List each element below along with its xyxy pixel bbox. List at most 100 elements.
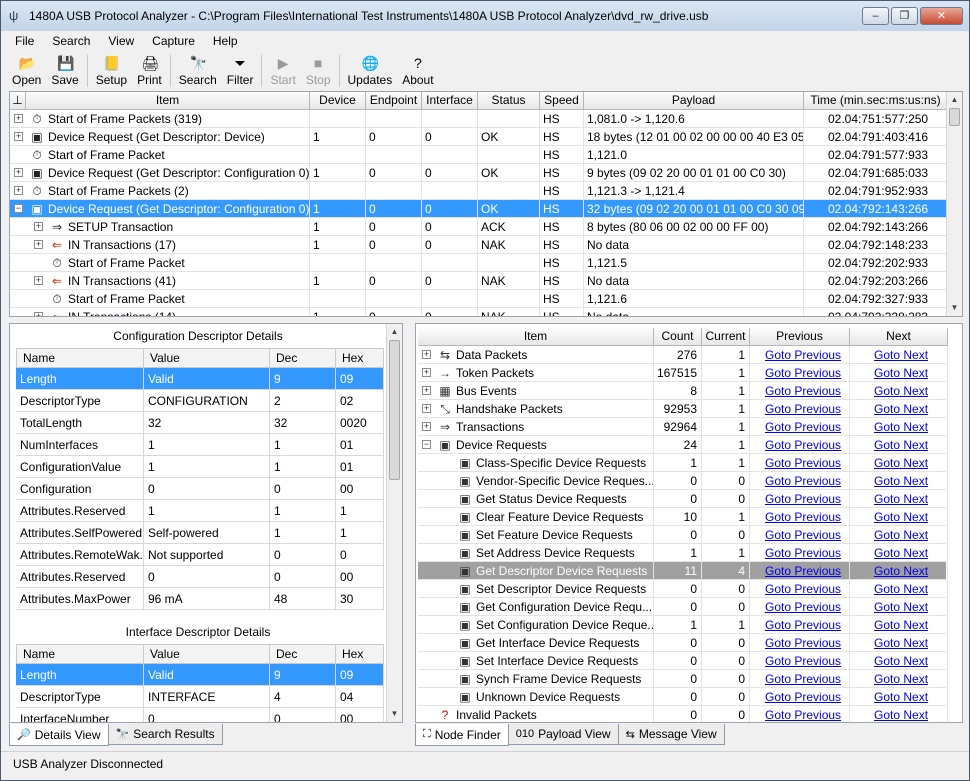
scroll-down-arrow-icon[interactable]: ▼ [387, 706, 402, 721]
expand-icon[interactable]: + [34, 312, 43, 316]
details-header-hex[interactable]: Hex [336, 644, 384, 664]
node-row[interactable]: ▣ Get Descriptor Device Requests 11 4 Goto P… [418, 562, 948, 580]
goto-previous-link[interactable]: Goto Previous [750, 600, 841, 614]
goto-next-link[interactable]: Goto Next [850, 708, 928, 722]
expand-icon[interactable]: + [422, 350, 431, 359]
menu-help[interactable]: Help [213, 34, 238, 48]
goto-next-link[interactable]: Goto Next [850, 384, 928, 398]
packet-row[interactable]: + ▣ Device Request (Get Descriptor: Config… [10, 164, 948, 182]
details-row[interactable]: Configuration 0 0 00 [16, 478, 384, 500]
column-header-time-min-sec-ms-us-ns[interactable]: Time (min.sec:ms:us:ns) [804, 92, 948, 110]
node-row[interactable]: + → Token Packets 167515 1 Goto Previous Goto … [418, 364, 948, 382]
goto-next-link[interactable]: Goto Next [850, 618, 928, 632]
node-header-next[interactable]: Next [850, 328, 948, 346]
goto-previous-link[interactable]: Goto Previous [750, 474, 841, 488]
details-row[interactable]: DescriptorType CONFIGURATION 2 02 [16, 390, 384, 412]
node-row[interactable]: ▣ Unknown Device Requests 0 0 Goto Previous G… [418, 688, 948, 706]
node-row[interactable]: + ▦ Bus Events 8 1 Goto Previous Goto Next [418, 382, 948, 400]
goto-previous-link[interactable]: Goto Previous [750, 564, 841, 578]
node-row[interactable]: + ⤡ Handshake Packets 92953 1 Goto Previous Go… [418, 400, 948, 418]
node-row[interactable]: ▣ Synch Frame Device Requests 0 0 Goto Previ… [418, 670, 948, 688]
goto-previous-link[interactable]: Goto Previous [750, 402, 841, 416]
scroll-thumb[interactable] [949, 108, 960, 126]
details-row[interactable]: Attributes.RemoteWak... Not supported 0 0 [16, 544, 384, 566]
open-button[interactable]: 📂 Open [7, 53, 46, 89]
goto-previous-link[interactable]: Goto Previous [750, 366, 841, 380]
details-row[interactable]: Attributes.Reserved 1 1 1 [16, 500, 384, 522]
goto-previous-link[interactable]: Goto Previous [750, 492, 841, 506]
goto-previous-link[interactable]: Goto Previous [750, 672, 841, 686]
goto-next-link[interactable]: Goto Next [850, 546, 928, 560]
goto-previous-link[interactable]: Goto Previous [750, 528, 841, 542]
minimize-button[interactable]: ‒ [862, 7, 889, 25]
expand-icon[interactable]: + [14, 114, 23, 123]
search-button[interactable]: 🔭 Search [174, 53, 222, 89]
menu-search[interactable]: Search [52, 34, 90, 48]
details-header-dec[interactable]: Dec [270, 348, 336, 368]
node-row[interactable]: ▣ Set Feature Device Requests 0 0 Goto Previ… [418, 526, 948, 544]
menu-capture[interactable]: Capture [152, 34, 195, 48]
packet-row[interactable]: ⏱ Start of Frame Packet HS 1,121.6 02.04:792… [10, 290, 948, 308]
updates-button[interactable]: 🌐 Updates [343, 53, 398, 89]
goto-previous-link[interactable]: Goto Previous [750, 438, 841, 452]
packet-row[interactable]: + ⇐ IN Transactions (17) 1 0 0 NAK HS No data 02.… [10, 236, 948, 254]
details-row[interactable]: Attributes.MaxPower 96 mA 48 30 [16, 588, 384, 610]
column-header-speed[interactable]: Speed [540, 92, 584, 110]
details-row[interactable]: Length Valid 9 09 [16, 664, 384, 686]
details-row[interactable]: NumInterfaces 1 1 01 [16, 434, 384, 456]
column-header-interface[interactable]: Interface [422, 92, 478, 110]
packet-row[interactable]: ⏱ Start of Frame Packet HS 1,121.0 02.04:791… [10, 146, 948, 164]
packet-row[interactable]: + ⏱ Start of Frame Packets (2) HS 1,121.3 ->… [10, 182, 948, 200]
goto-previous-link[interactable]: Goto Previous [750, 708, 841, 722]
column-header-device[interactable]: Device [310, 92, 366, 110]
tab-message-view[interactable]: ⇆ Message View [617, 724, 725, 745]
tab-details-view[interactable]: 🔎 Details View [9, 724, 109, 746]
details-row[interactable]: Attributes.Reserved 0 0 00 [16, 566, 384, 588]
goto-previous-link[interactable]: Goto Previous [750, 690, 841, 704]
goto-next-link[interactable]: Goto Next [850, 600, 928, 614]
node-header-item[interactable]: Item [418, 328, 654, 346]
node-header-count[interactable]: Count [654, 328, 702, 346]
details-scrollbar[interactable]: ▲ ▼ [386, 324, 402, 722]
goto-next-link[interactable]: Goto Next [850, 438, 928, 452]
packet-row[interactable]: + ▣ Device Request (Get Descriptor: Device… [10, 128, 948, 146]
node-row[interactable]: ▣ Vendor-Specific Device Reques... 0 0 Goto … [418, 472, 948, 490]
goto-previous-link[interactable]: Goto Previous [750, 636, 841, 650]
goto-previous-link[interactable]: Goto Previous [750, 348, 841, 362]
packet-row[interactable]: + ⏱ Start of Frame Packets (319) HS 1,081.0 … [10, 110, 948, 128]
expand-icon[interactable]: + [14, 168, 23, 177]
column-header-payload[interactable]: Payload [584, 92, 804, 110]
goto-previous-link[interactable]: Goto Previous [750, 546, 841, 560]
node-row[interactable]: ▣ Get Configuration Device Requ... 0 0 Goto … [418, 598, 948, 616]
goto-next-link[interactable]: Goto Next [850, 654, 928, 668]
goto-next-link[interactable]: Goto Next [850, 528, 928, 542]
packet-row[interactable]: − ▣ Device Request (Get Descriptor: Config… [10, 200, 948, 218]
goto-next-link[interactable]: Goto Next [850, 420, 928, 434]
goto-next-link[interactable]: Goto Next [850, 672, 928, 686]
node-row[interactable]: + ⇒ Transactions 92964 1 Goto Previous Goto Ne… [418, 418, 948, 436]
node-row[interactable]: + ⇆ Data Packets 276 1 Goto Previous Goto Next [418, 346, 948, 364]
details-header-name[interactable]: Name [16, 644, 144, 664]
goto-previous-link[interactable]: Goto Previous [750, 654, 841, 668]
details-row[interactable]: ConfigurationValue 1 1 01 [16, 456, 384, 478]
menu-view[interactable]: View [108, 34, 134, 48]
node-row[interactable]: − ▣ Device Requests 24 1 Goto Previous Goto Ne… [418, 436, 948, 454]
goto-next-link[interactable]: Goto Next [850, 348, 928, 362]
node-row[interactable]: ▣ Class-Specific Device Requests 1 1 Goto Pr… [418, 454, 948, 472]
details-row[interactable]: Attributes.SelfPowered Self-powered 1 1 [16, 522, 384, 544]
node-row[interactable]: ▣ Set Configuration Device Reque... 1 1 Goto… [418, 616, 948, 634]
save-button[interactable]: 💾 Save [46, 53, 83, 89]
node-row[interactable]: ▣ Set Descriptor Device Requests 0 0 Goto Pr… [418, 580, 948, 598]
expand-icon[interactable]: + [422, 422, 431, 431]
column-header-status[interactable]: Status [478, 92, 540, 110]
expand-icon[interactable]: + [422, 368, 431, 377]
packet-grid-scrollbar[interactable]: ▲ ▼ [946, 92, 962, 316]
tab-payload-view[interactable]: 010 Payload View [507, 724, 619, 745]
column-header-item[interactable]: Item [26, 92, 310, 110]
goto-next-link[interactable]: Goto Next [850, 582, 928, 596]
column-header-endpoint[interactable]: Endpoint [366, 92, 422, 110]
menu-file[interactable]: File [15, 34, 34, 48]
node-row[interactable]: ▣ Get Interface Device Requests 0 0 Goto Pre… [418, 634, 948, 652]
goto-next-link[interactable]: Goto Next [850, 366, 928, 380]
node-header-previous[interactable]: Previous [750, 328, 850, 346]
